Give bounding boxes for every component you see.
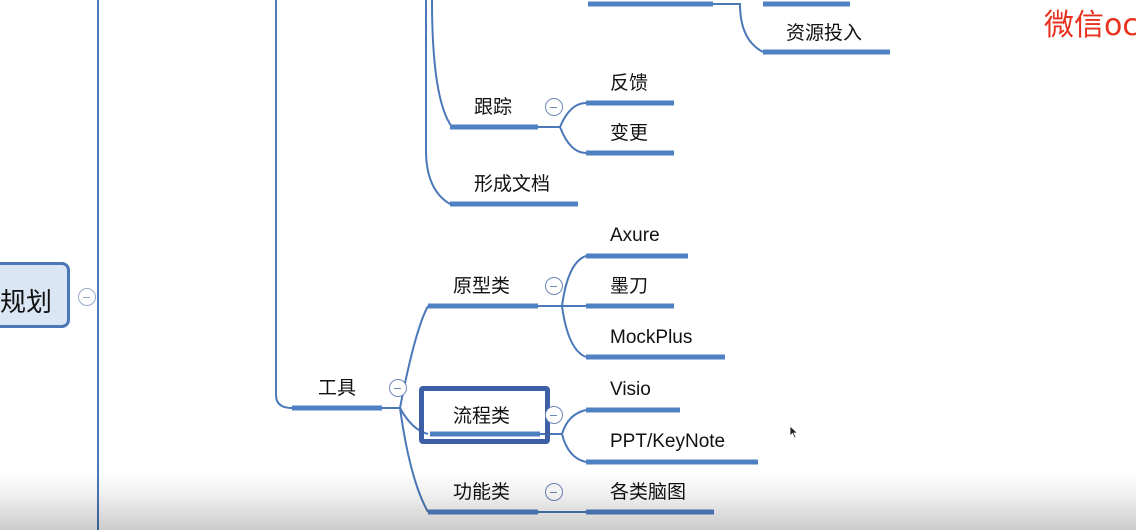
branch-biangeng	[538, 126, 587, 154]
liucheng-collapse-toggle[interactable]	[545, 406, 563, 424]
branch-xingcheng	[425, 0, 451, 205]
branch-ziyuan	[713, 3, 764, 53]
node-gongju[interactable]: 工具	[318, 376, 356, 400]
root-collapse-toggle[interactable]	[78, 288, 96, 306]
gongju-collapse-toggle[interactable]	[389, 379, 407, 397]
root-node-label: 规划	[0, 288, 53, 318]
genzong-collapse-toggle[interactable]	[545, 98, 563, 116]
node-mockplus[interactable]: MockPlus	[610, 326, 692, 350]
node-axure[interactable]: Axure	[610, 224, 660, 248]
branch-genzong	[431, 0, 453, 128]
node-yuanxing[interactable]: 原型类	[453, 274, 510, 298]
mindmap-canvas	[97, 0, 890, 530]
branch-mockplus	[561, 305, 587, 358]
node-modao[interactable]: 墨刀	[610, 274, 648, 298]
node-visio[interactable]: Visio	[610, 378, 651, 402]
yuanxing-collapse-toggle[interactable]	[545, 277, 563, 295]
node-ppt[interactable]: PPT/KeyNote	[610, 430, 725, 454]
node-biangeng[interactable]: 变更	[610, 121, 648, 145]
watermark-text: 微信oc	[1044, 8, 1136, 43]
trunk-branch	[275, 0, 293, 409]
node-liucheng[interactable]: 流程类	[453, 404, 510, 428]
node-gongneng[interactable]: 功能类	[453, 480, 510, 504]
node-xingcheng[interactable]: 形成文档	[474, 172, 550, 196]
branch-ppt	[561, 433, 587, 463]
gongneng-collapse-toggle[interactable]	[545, 483, 563, 501]
node-fankui[interactable]: 反馈	[610, 71, 648, 95]
node-ziyuan[interactable]: 资源投入	[786, 21, 862, 45]
mouse-pointer-icon	[789, 425, 799, 439]
node-genzong[interactable]: 跟踪	[474, 95, 512, 119]
node-naotu[interactable]: 各类脑图	[610, 480, 686, 504]
